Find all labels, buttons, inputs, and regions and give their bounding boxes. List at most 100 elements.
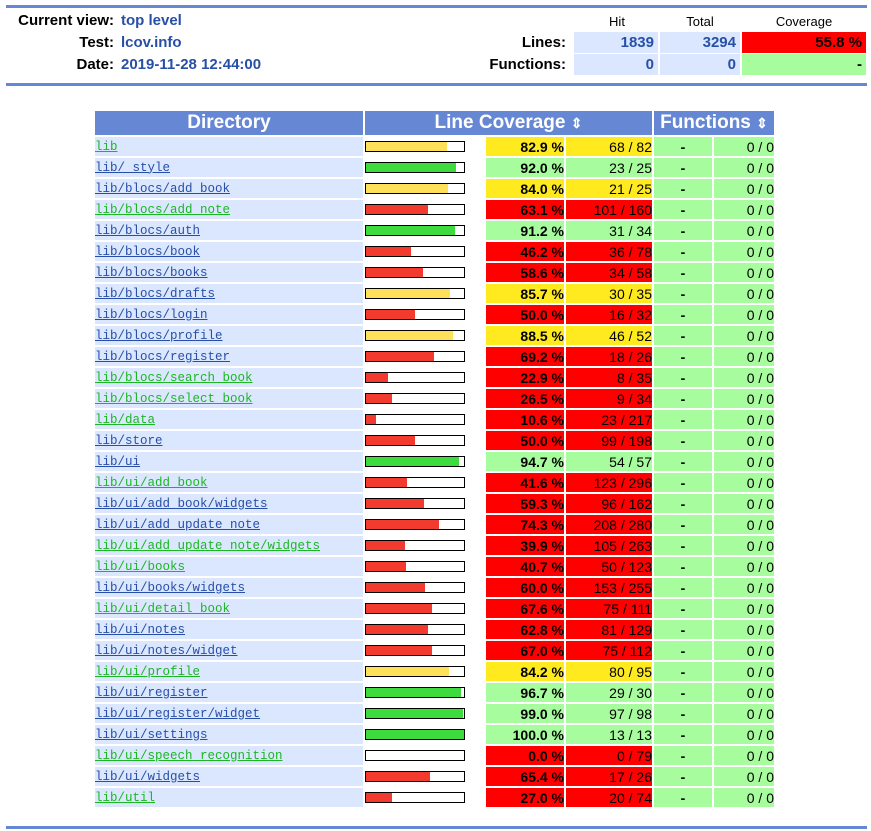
directory-link[interactable]: lib/util (95, 791, 155, 805)
directory-link[interactable]: lib/ui/books/widgets (95, 581, 245, 595)
table-row: lib/ui/add_book 41.6 % 123 / 296-0 / 0 (95, 473, 774, 492)
coverage-bar-cell (365, 389, 484, 408)
coverage-bar-fill (366, 268, 424, 277)
directory-cell: lib/ui/add_update_note/widgets (95, 536, 363, 555)
directory-link[interactable]: lib/data (95, 413, 155, 427)
directory-link[interactable]: lib/blocs/add_note (95, 203, 230, 217)
coverage-bar-fill (366, 709, 464, 718)
directory-cell: lib/util (95, 788, 363, 807)
directory-link[interactable]: lib/store (95, 434, 163, 448)
coverage-bar (365, 330, 465, 341)
function-coverage-percent: - (654, 536, 712, 555)
current-view-value[interactable]: top level (121, 12, 182, 29)
line-coverage-column-header[interactable]: Line Coverage ⇕ (365, 111, 652, 135)
line-coverage-count: 75 / 112 (566, 641, 652, 660)
directory-link[interactable]: lib/ui/add_update_note/widgets (95, 539, 320, 553)
bottom-rule (6, 826, 867, 829)
coverage-bar-cell (365, 620, 484, 639)
coverage-bar-fill (366, 289, 450, 298)
directory-link[interactable]: lib/ui/notes (95, 623, 185, 637)
directory-link[interactable]: lib/ui/settings (95, 728, 208, 742)
directory-link[interactable]: lib/ui/profile (95, 665, 200, 679)
directory-cell: lib/blocs/books (95, 263, 363, 282)
directory-link[interactable]: lib/blocs/search_book (95, 371, 253, 385)
line-coverage-percent: 10.6 % (486, 410, 564, 429)
directory-link[interactable]: lib/ui/widgets (95, 770, 200, 784)
coverage-bar-cell (365, 788, 484, 807)
directory-link[interactable]: lib/ui/add_book (95, 476, 208, 490)
directory-link[interactable]: lib/blocs/register (95, 350, 230, 364)
functions-total: 0 (660, 54, 740, 75)
line-coverage-percent: 27.0 % (486, 788, 564, 807)
line-coverage-count: 8 / 35 (566, 368, 652, 387)
directory-cell: lib/ui/register/widget (95, 704, 363, 723)
coverage-bar (365, 162, 465, 173)
directory-link[interactable]: lib/blocs/drafts (95, 287, 215, 301)
functions-column-header[interactable]: Functions ⇕ (654, 111, 774, 135)
directory-link[interactable]: lib/ui/speech_recognition (95, 749, 283, 763)
coverage-bar-cell (365, 158, 484, 177)
top-rule (6, 5, 867, 8)
coverage-bar (365, 225, 465, 236)
directory-link[interactable]: lib/blocs/book (95, 245, 200, 259)
table-row: lib/blocs/login 50.0 % 16 / 32-0 / 0 (95, 305, 774, 324)
coverage-bar (365, 582, 465, 593)
function-coverage-percent: - (654, 599, 712, 618)
coverage-bar (365, 456, 465, 467)
coverage-bar-cell (365, 221, 484, 240)
table-row: lib/ui/notes/widget 67.0 % 75 / 112-0 / 0 (95, 641, 774, 660)
directory-link[interactable]: lib/blocs/select_book (95, 392, 253, 406)
coverage-bar-cell (365, 494, 484, 513)
line-coverage-percent: 60.0 % (486, 578, 564, 597)
function-coverage-count: 0 / 0 (714, 326, 774, 345)
coverage-bar-cell (365, 305, 484, 324)
line-coverage-percent: 67.6 % (486, 599, 564, 618)
directory-link[interactable]: lib/ui/notes/widget (95, 644, 238, 658)
date-value: 2019-11-28 12:44:00 (121, 56, 262, 73)
coverage-bar (365, 351, 465, 362)
directory-link[interactable]: lib (95, 140, 118, 154)
line-coverage-count: 0 / 79 (566, 746, 652, 765)
function-coverage-count: 0 / 0 (714, 620, 774, 639)
total-column-header: Total (686, 14, 714, 29)
directory-link[interactable]: lib/blocs/auth (95, 224, 200, 238)
directory-link[interactable]: lib/ui/books (95, 560, 185, 574)
directory-link[interactable]: lib/ui/detail_book (95, 602, 230, 616)
directory-link[interactable]: lib/blocs/add_book (95, 182, 230, 196)
directory-link[interactable]: lib/blocs/profile (95, 329, 223, 343)
function-coverage-count: 0 / 0 (714, 599, 774, 618)
directory-link[interactable]: lib/_style (95, 161, 170, 175)
line-coverage-percent: 100.0 % (486, 725, 564, 744)
coverage-bar-fill (366, 310, 415, 319)
directory-link[interactable]: lib/blocs/books (95, 266, 208, 280)
directory-link[interactable]: lib/blocs/login (95, 308, 208, 322)
directory-cell: lib/ui (95, 452, 363, 471)
function-coverage-count: 0 / 0 (714, 221, 774, 240)
function-coverage-percent: - (654, 641, 712, 660)
coverage-bar (365, 183, 465, 194)
directory-link[interactable]: lib/ui/register (95, 686, 208, 700)
coverage-bar (365, 393, 465, 404)
function-coverage-percent: - (654, 683, 712, 702)
line-coverage-count: 153 / 255 (566, 578, 652, 597)
line-coverage-count: 17 / 26 (566, 767, 652, 786)
line-coverage-count: 97 / 98 (566, 704, 652, 723)
function-coverage-count: 0 / 0 (714, 515, 774, 534)
function-coverage-percent: - (654, 242, 712, 261)
directory-link[interactable]: lib/ui (95, 455, 140, 469)
function-coverage-percent: - (654, 431, 712, 450)
sort-icon[interactable]: ⇕ (571, 115, 583, 131)
function-coverage-percent: - (654, 473, 712, 492)
coverage-bar-fill (366, 226, 456, 235)
table-row: lib/blocs/drafts 85.7 % 30 / 35-0 / 0 (95, 284, 774, 303)
directory-link[interactable]: lib/ui/add_book/widgets (95, 497, 268, 511)
coverage-bar-fill (366, 772, 431, 781)
table-header-row: Directory Line Coverage ⇕ Functions ⇕ (95, 111, 774, 135)
header-bottom-rule (6, 83, 867, 86)
directory-link[interactable]: lib/ui/register/widget (95, 707, 260, 721)
coverage-bar-cell (365, 704, 484, 723)
line-coverage-percent: 84.2 % (486, 662, 564, 681)
directory-link[interactable]: lib/ui/add_update_note (95, 518, 260, 532)
sort-icon[interactable]: ⇕ (756, 115, 768, 131)
table-row: lib/ui/register/widget 99.0 % 97 / 98-0 / … (95, 704, 774, 723)
